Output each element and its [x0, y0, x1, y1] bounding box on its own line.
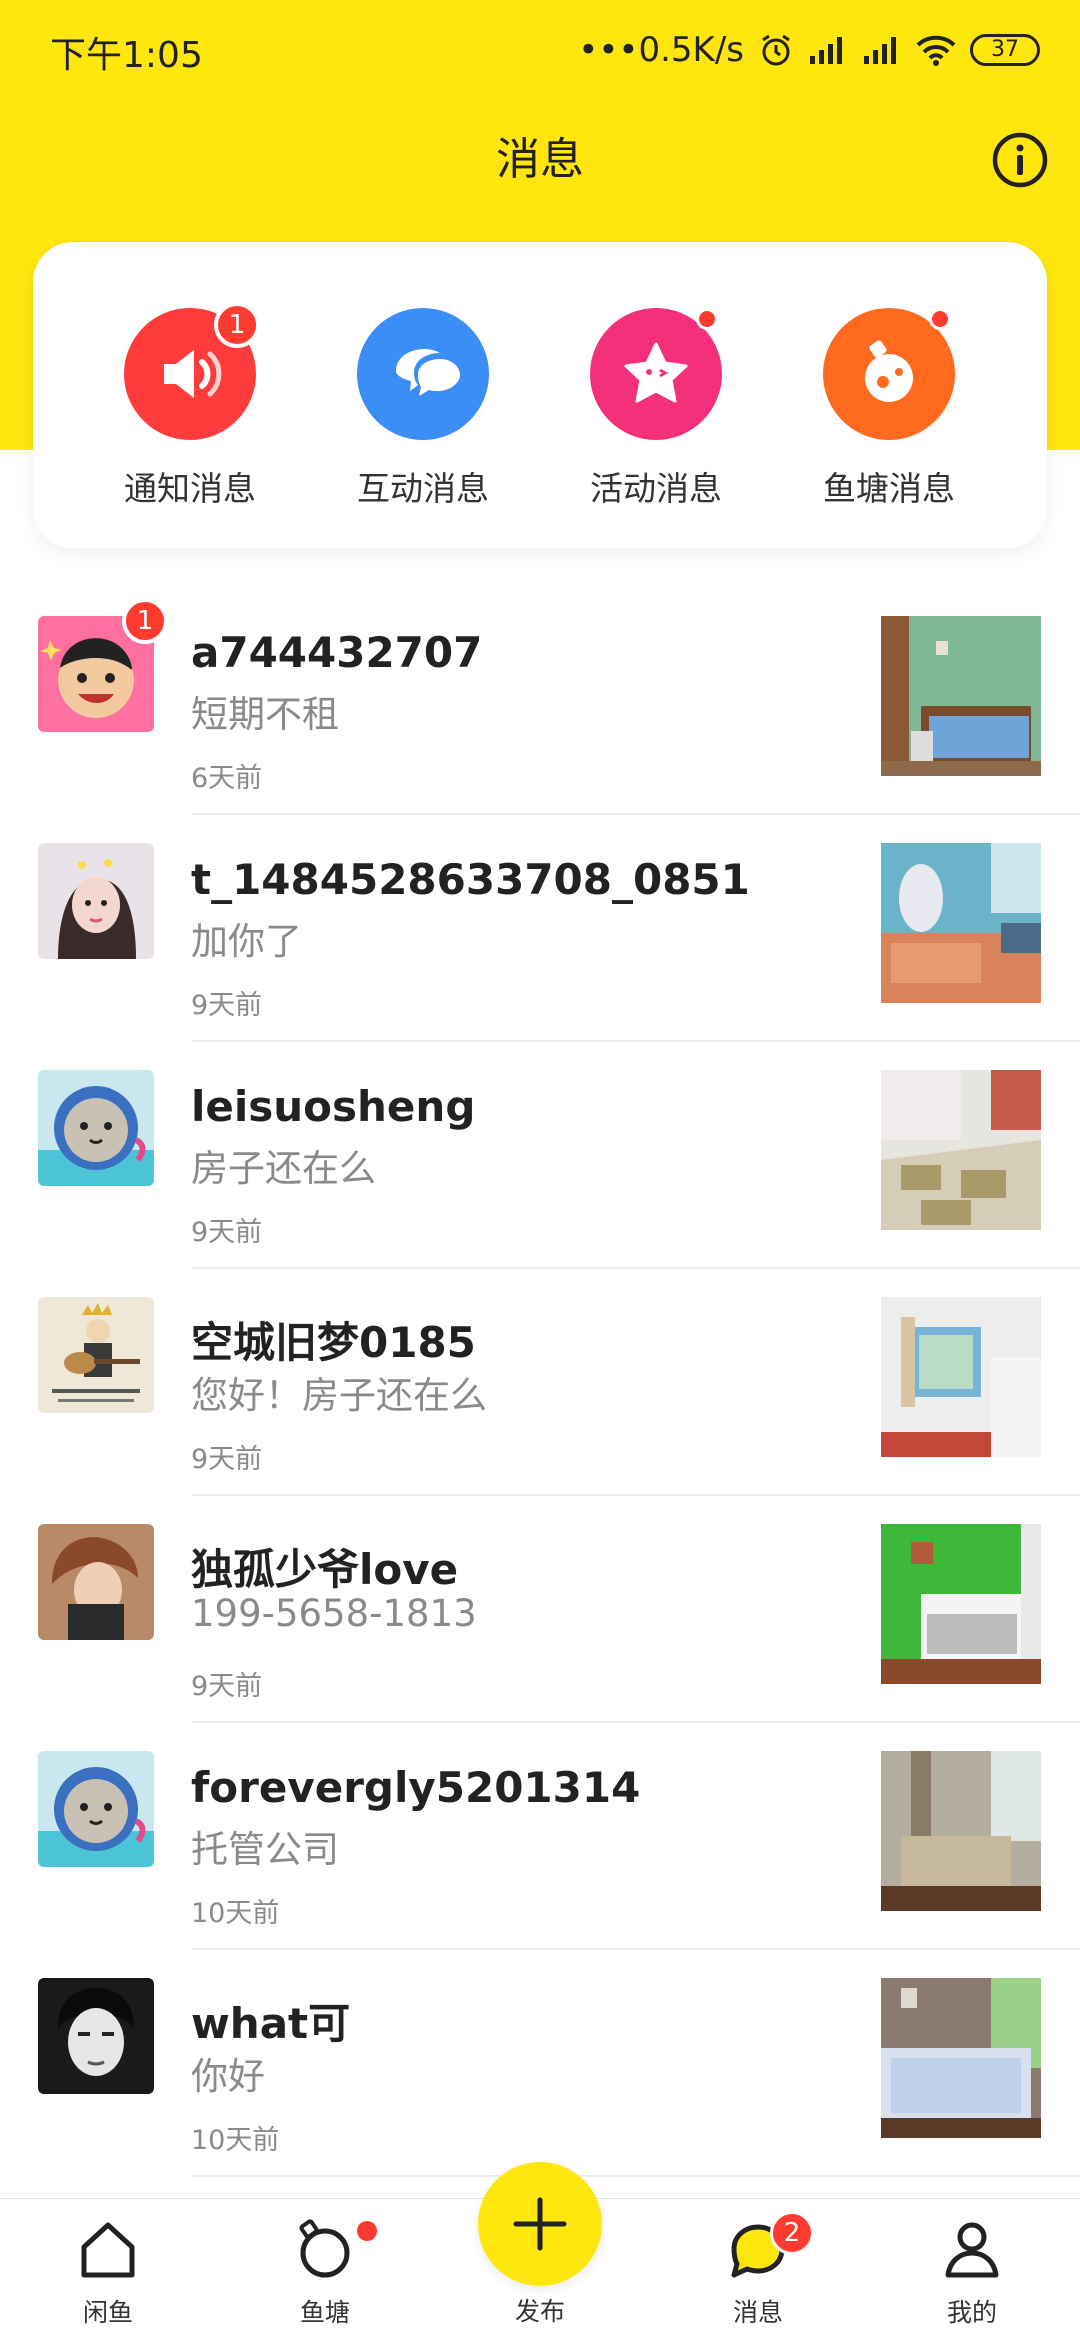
conversation-message: 您好！房子还在么 — [191, 1374, 487, 1417]
network-speed: •••0.5K/s — [578, 30, 744, 70]
status-time: 下午1:05 — [50, 35, 203, 76]
pond-icon — [823, 308, 955, 440]
category-label: 互动消息 — [357, 469, 489, 508]
battery-level: 37 — [991, 37, 1019, 62]
conversation-row[interactable]: leisuosheng 房子还在么 9天前 — [0, 1042, 1080, 1269]
page-title: 消息 — [496, 134, 584, 185]
conversation-message: 199-5658-1813 — [191, 1592, 477, 1635]
tab-home[interactable]: 闲鱼 — [38, 2199, 178, 2340]
item-thumbnail[interactable] — [881, 616, 1041, 776]
conversation-name: 空城旧梦0185 — [191, 1318, 476, 1367]
item-thumbnail[interactable] — [881, 843, 1041, 1003]
avatar[interactable] — [38, 1524, 154, 1640]
category-label: 通知消息 — [124, 469, 256, 508]
item-thumbnail[interactable] — [881, 1070, 1041, 1230]
conversation-message: 托管公司 — [191, 1828, 339, 1871]
conversation-message: 你好 — [191, 2055, 265, 2098]
wifi-icon — [916, 35, 956, 66]
item-thumbnail[interactable] — [881, 1524, 1041, 1684]
avatar[interactable] — [38, 1978, 154, 2094]
conversation-row[interactable]: 1 a744432707 短期不租 6天前 — [0, 588, 1080, 815]
conversation-name: t_1484528633708_0851 — [191, 855, 750, 904]
tab-messages[interactable]: 2 消息 — [688, 2199, 828, 2340]
conversation-name: forevergly5201314 — [191, 1763, 641, 1812]
title-bar: 消息 — [0, 120, 1080, 200]
tab-profile[interactable]: 我的 — [902, 2199, 1042, 2340]
chat-bubbles-icon — [357, 308, 489, 440]
category-pond[interactable]: 鱼塘消息 — [789, 308, 989, 510]
conversation-row[interactable]: what可 你好 10天前 — [0, 1950, 1080, 2177]
category-label: 鱼塘消息 — [823, 469, 955, 508]
conversation-name: 独孤少爷love — [191, 1545, 459, 1594]
avatar[interactable] — [38, 1070, 154, 1186]
notification-badge: 1 — [214, 302, 260, 348]
pond-tab-dot — [357, 2221, 377, 2241]
tab-label: 鱼塘 — [299, 2298, 350, 2327]
item-thumbnail[interactable] — [881, 1297, 1041, 1457]
conversation-time: 9天前 — [191, 1671, 263, 1702]
conversation-message: 房子还在么 — [191, 1147, 376, 1190]
conversation-message: 短期不租 — [191, 693, 339, 736]
pond-dot — [929, 308, 951, 330]
conversation-time: 9天前 — [191, 1217, 263, 1248]
tab-label: 消息 — [732, 2298, 783, 2327]
conversation-message: 加你了 — [191, 920, 302, 963]
category-activity[interactable]: 活动消息 — [556, 308, 756, 510]
conversation-row[interactable]: forevergly5201314 托管公司 10天前 — [0, 1723, 1080, 1950]
speaker-icon: 1 — [124, 302, 260, 440]
message-tab-badge: 2 — [770, 2211, 814, 2255]
tab-label: 闲鱼 — [82, 2298, 133, 2327]
home-icon — [81, 2222, 135, 2278]
conversation-time: 9天前 — [191, 990, 263, 1021]
tab-label: 我的 — [946, 2298, 997, 2327]
conversation-list: 1 a744432707 短期不租 6天前 t_1484528633708_08… — [0, 588, 1080, 2177]
conversation-name: what可 — [191, 1999, 351, 2048]
conversation-name: a744432707 — [191, 628, 483, 677]
star-icon — [590, 308, 722, 440]
avatar[interactable] — [38, 1297, 154, 1413]
category-notification[interactable]: 1 通知消息 — [90, 302, 290, 510]
publish-button[interactable] — [478, 2162, 602, 2286]
tab-label: 发布 — [514, 2297, 565, 2326]
conversation-row[interactable]: 独孤少爷love 199-5658-1813 9天前 — [0, 1496, 1080, 1723]
category-interaction[interactable]: 互动消息 — [323, 308, 523, 510]
avatar[interactable] — [38, 843, 154, 959]
alarm-icon — [762, 34, 790, 66]
status-bar: 下午1:05 •••0.5K/s 37 — [0, 0, 1080, 100]
unread-badge: 1 — [122, 598, 168, 644]
conversation-time: 10天前 — [191, 2125, 280, 2156]
signal-icon — [864, 37, 896, 64]
profile-icon — [945, 2222, 999, 2278]
conversation-time: 10天前 — [191, 1898, 280, 1929]
conversation-time: 9天前 — [191, 1444, 263, 1475]
category-label: 活动消息 — [590, 469, 722, 508]
pond-tab-icon — [299, 2219, 350, 2278]
avatar[interactable] — [38, 1751, 154, 1867]
status-icons: •••0.5K/s 37 — [578, 26, 1040, 74]
battery-icon: 37 — [970, 34, 1040, 66]
info-icon[interactable] — [990, 130, 1050, 190]
signal-icon — [810, 37, 842, 64]
conversation-time: 6天前 — [191, 763, 263, 794]
item-thumbnail[interactable] — [881, 1751, 1041, 1911]
plus-icon — [513, 2197, 567, 2251]
item-thumbnail[interactable] — [881, 1978, 1041, 2138]
conversation-row[interactable]: t_1484528633708_0851 加你了 9天前 — [0, 815, 1080, 1042]
row-divider — [191, 2175, 1080, 2177]
conversation-name: leisuosheng — [191, 1082, 476, 1131]
tab-pond[interactable]: 鱼塘 — [255, 2199, 395, 2340]
category-card: 1 通知消息 互动消息 活动消息 鱼塘消息 — [33, 242, 1047, 548]
conversation-row[interactable]: 空城旧梦0185 您好！房子还在么 9天前 — [0, 1269, 1080, 1496]
activity-dot — [696, 308, 718, 330]
